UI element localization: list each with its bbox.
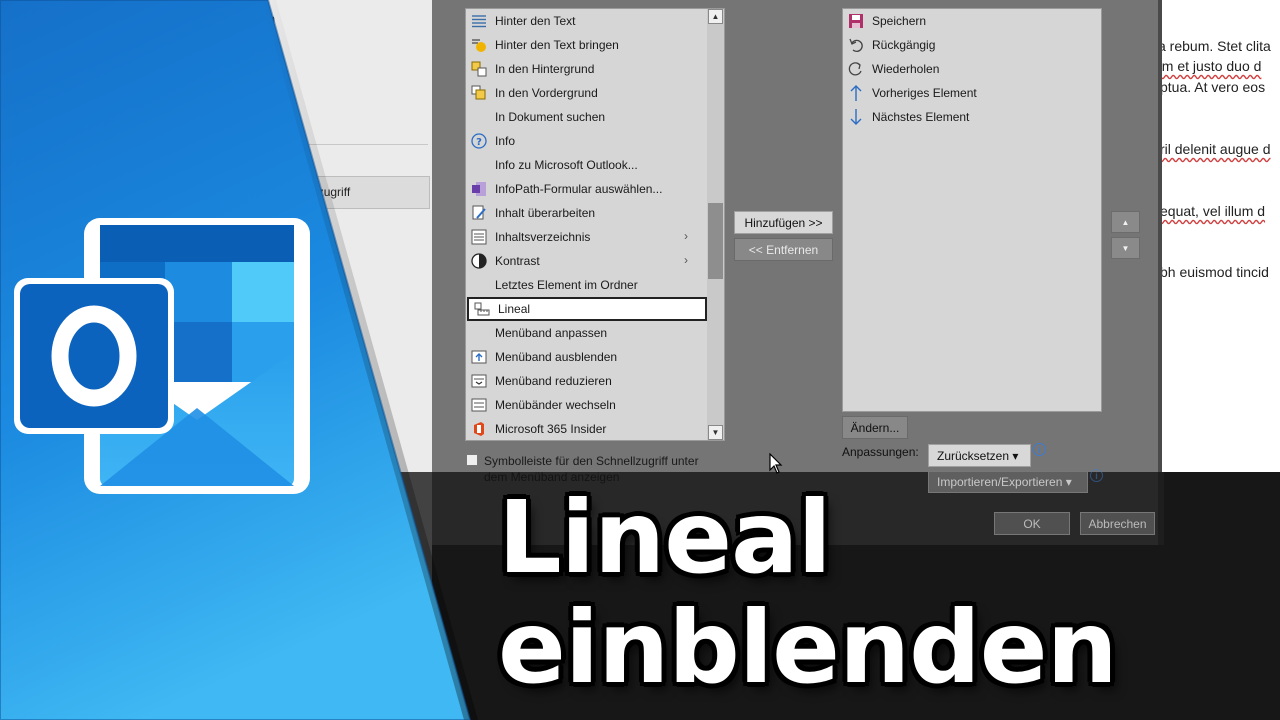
video-title-line-2: einblenden [498, 589, 1118, 706]
video-title-line-1: Lineal [498, 479, 832, 596]
screen: pen eit passen den Schnellzugriff a rebu… [0, 0, 1280, 720]
